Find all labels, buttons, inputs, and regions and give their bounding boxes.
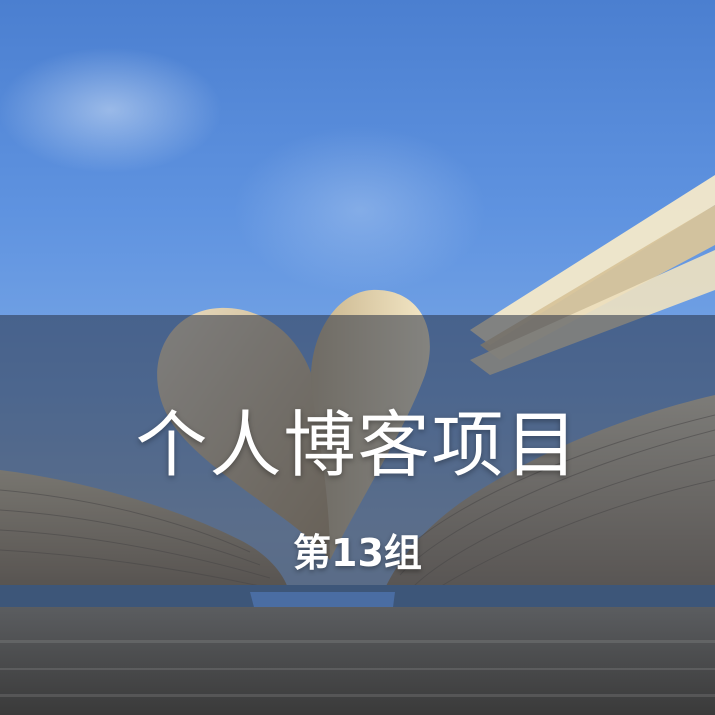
cover-subtitle: 第13组	[293, 531, 422, 575]
table-surface	[0, 607, 715, 715]
cover-title: 个人博客项目	[135, 403, 580, 487]
cover-image: 个人博客项目 第13组	[0, 0, 715, 715]
